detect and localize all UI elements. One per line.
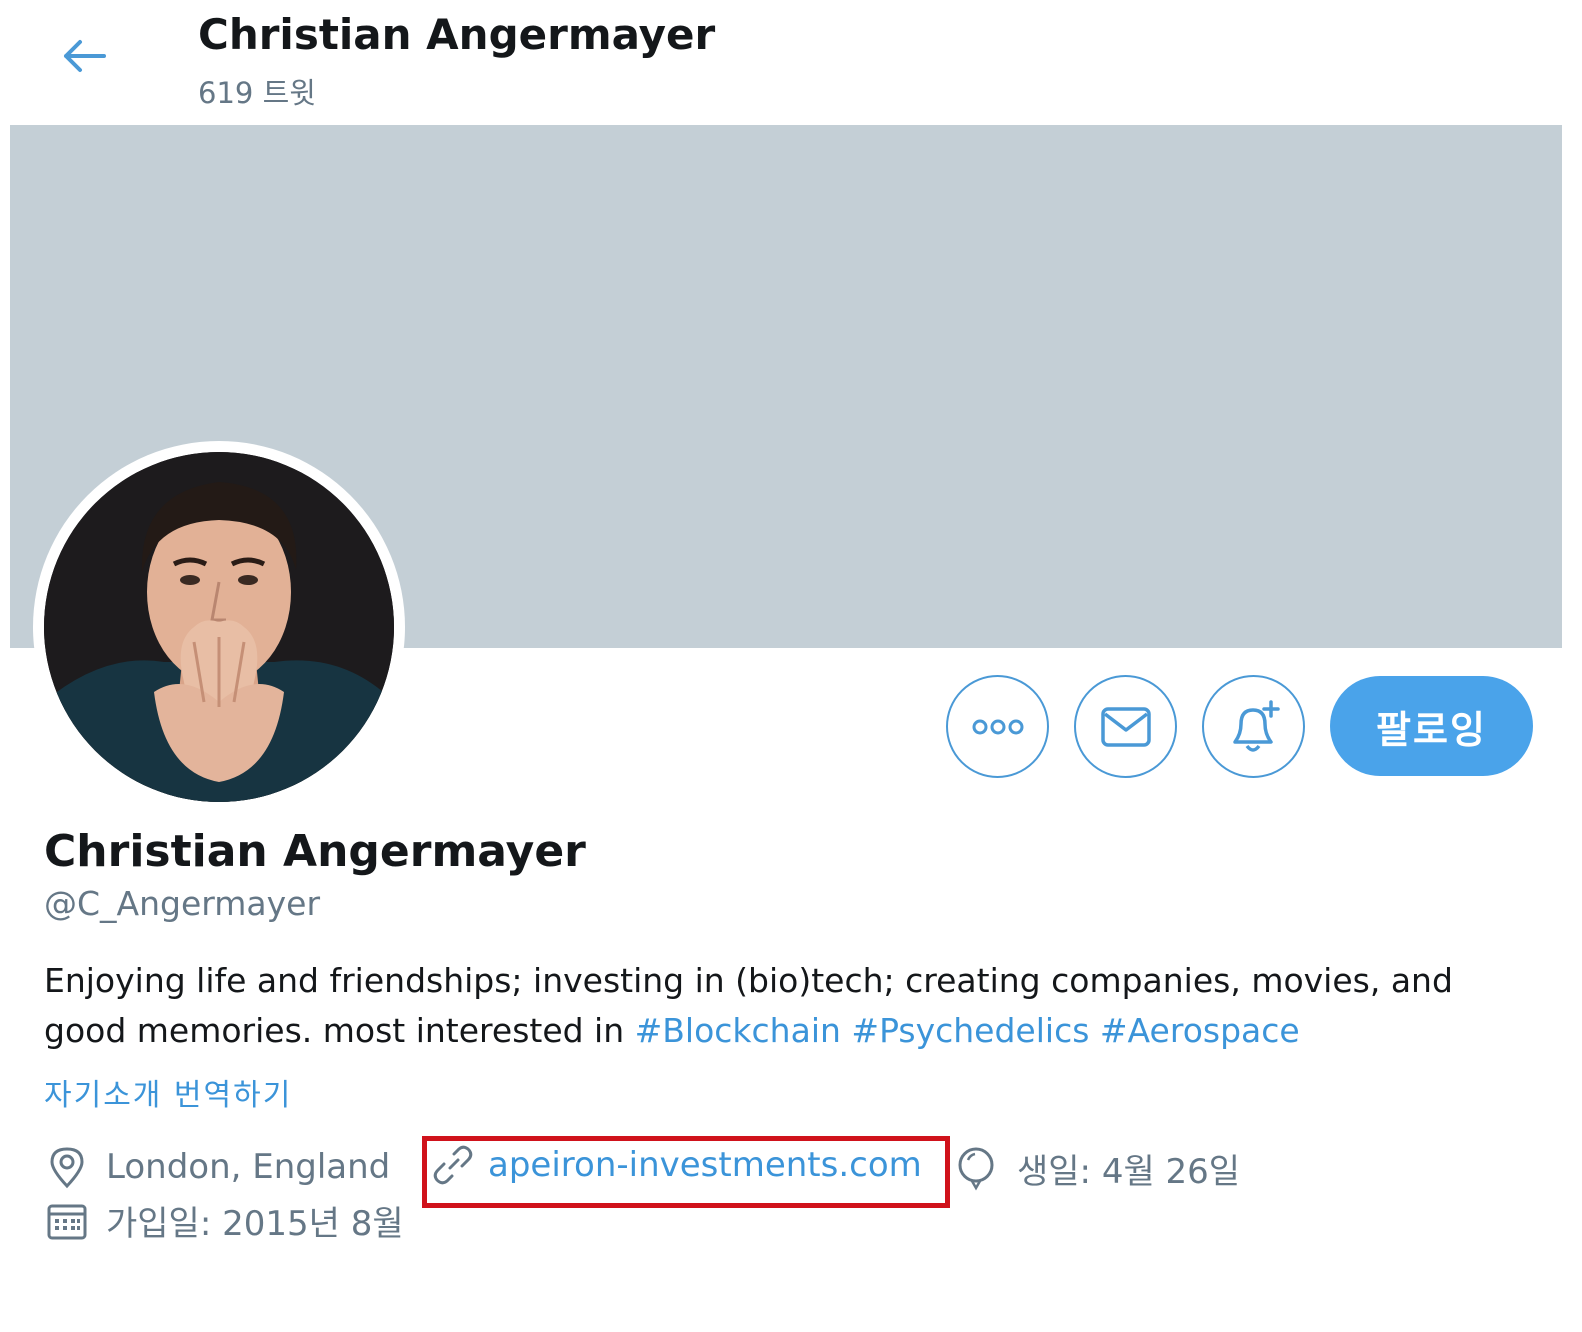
back-button[interactable] [52, 28, 116, 84]
birthday-text: 생일: 4월 26일 [1017, 1152, 1241, 1192]
joined-item: 가입일: 2015년 8월 [44, 1196, 404, 1245]
hashtag-psychedelics[interactable]: #Psychedelics [851, 1011, 1089, 1050]
header-title: Christian Angermayer [198, 10, 716, 59]
joined-text: 가입일: 2015년 8월 [106, 1204, 404, 1244]
website-link[interactable]: apeiron-investments.com [488, 1145, 922, 1185]
hashtag-aerospace[interactable]: #Aerospace [1100, 1011, 1300, 1050]
location-text: London, England [106, 1147, 391, 1187]
avatar-photo [44, 452, 394, 802]
notifications-button[interactable] [1202, 675, 1305, 778]
avatar[interactable] [33, 441, 405, 813]
envelope-icon [1100, 706, 1151, 747]
arrow-left-icon [64, 40, 106, 72]
translate-bio-link[interactable]: 자기소개 번역하기 [44, 1070, 292, 1114]
profile-handle: @C_Angermayer [44, 884, 321, 923]
message-button[interactable] [1074, 675, 1177, 778]
profile-bio: Enjoying life and friendships; investing… [44, 956, 1544, 1056]
hashtag-blockchain[interactable]: #Blockchain [635, 1011, 841, 1050]
profile-header: Christian Angermayer 619 트윗 [0, 0, 1582, 125]
more-button[interactable] [946, 675, 1049, 778]
location-item: London, England [44, 1144, 390, 1190]
bell-plus-icon [1232, 699, 1280, 752]
location-pin-icon [50, 1147, 84, 1189]
website-item[interactable]: apeiron-investments.com [432, 1144, 922, 1186]
tweet-count: 619 트윗 [198, 76, 316, 110]
profile-name: Christian Angermayer [44, 826, 586, 877]
following-button[interactable]: 팔로잉 [1330, 676, 1533, 776]
balloon-icon [958, 1147, 994, 1191]
more-dots-icon [972, 719, 1023, 734]
birthday-item: 생일: 4월 26일 [955, 1144, 1240, 1193]
calendar-icon [47, 1204, 87, 1239]
link-icon [433, 1145, 473, 1185]
